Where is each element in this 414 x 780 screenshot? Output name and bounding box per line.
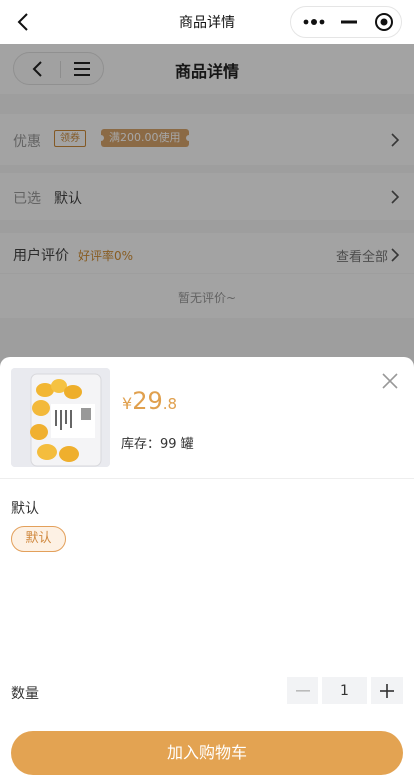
quantity-label: 数量	[11, 686, 39, 702]
minus-icon	[295, 689, 310, 692]
add-to-cart-button[interactable]: 加入购物车	[11, 731, 403, 775]
price-currency: ¥	[122, 394, 133, 413]
price-integer: 29	[132, 387, 163, 415]
capsule-menu	[290, 6, 402, 38]
price: ¥29.8	[122, 387, 177, 415]
price-decimal: .8	[162, 395, 178, 413]
record-icon[interactable]	[365, 7, 402, 37]
stock-text: 库存：99 罐	[121, 437, 194, 452]
spec-title: 默认	[11, 501, 39, 517]
quantity-stepper: 1	[287, 677, 403, 704]
increase-button[interactable]	[371, 677, 403, 704]
top-bar: 商品详情	[0, 0, 414, 44]
divider	[0, 478, 414, 479]
quantity-value[interactable]: 1	[322, 677, 367, 704]
close-icon[interactable]	[382, 373, 398, 389]
decrease-button[interactable]	[287, 677, 318, 704]
product-thumbnail	[11, 368, 110, 467]
more-dots-icon[interactable]	[295, 7, 332, 37]
minimize-icon[interactable]	[330, 7, 367, 37]
plus-icon	[380, 683, 394, 698]
sku-bottom-sheet: ¥29.8 库存：99 罐 默认 默认 数量 1 加入购物车	[0, 357, 414, 780]
spec-option-chip[interactable]: 默认	[11, 526, 66, 552]
